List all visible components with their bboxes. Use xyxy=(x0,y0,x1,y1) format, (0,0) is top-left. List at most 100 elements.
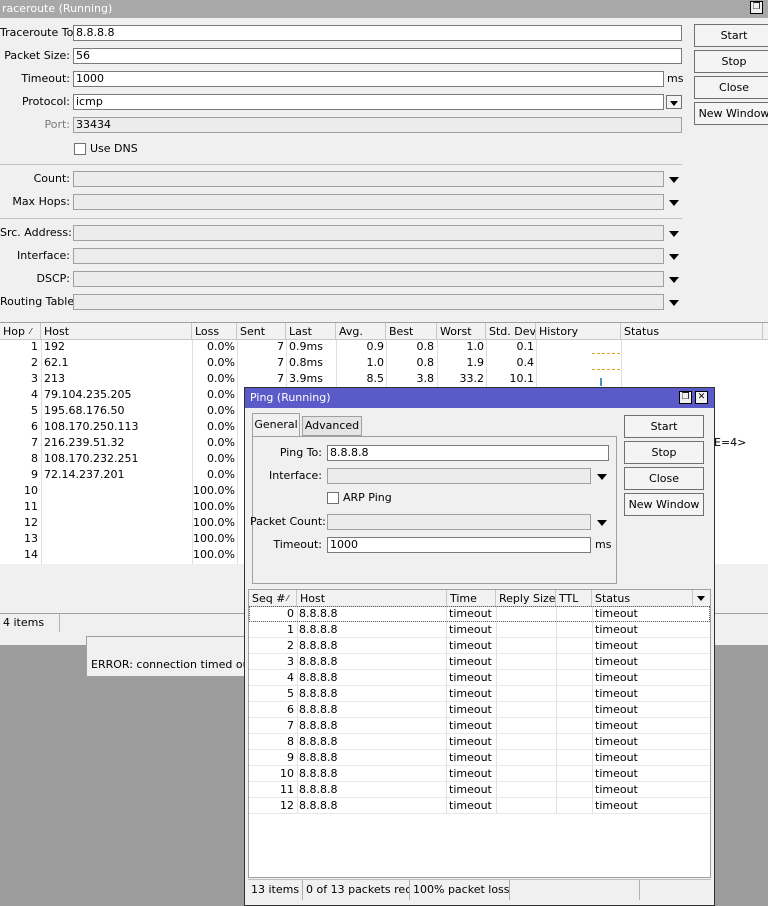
timeout-input[interactable]: 1000 xyxy=(73,71,664,87)
ping-stop-button[interactable]: Stop xyxy=(624,441,704,464)
col-reply-size[interactable]: Reply Size xyxy=(496,590,556,607)
col-hop[interactable]: Hop ⁄ xyxy=(0,323,41,340)
cell-host: 72.14.237.201 xyxy=(44,468,125,481)
table-row[interactable]: 3 213 0.0% 7 3.9ms 8.5 3.8 33.2 10.1 xyxy=(0,371,768,387)
dropdown-arrow-icon[interactable] xyxy=(669,254,679,260)
maximize-icon[interactable]: ❐ xyxy=(750,1,763,14)
cell-sent: 7 xyxy=(277,356,284,369)
cell-seq: 9 xyxy=(287,751,294,764)
table-row[interactable]: 8 8.8.8.8 timeout timeout xyxy=(249,734,710,750)
table-row[interactable]: 12 8.8.8.8 timeout timeout xyxy=(249,798,710,814)
col-ttl[interactable]: TTL xyxy=(556,590,592,607)
ping-to-input[interactable]: 8.8.8.8 xyxy=(327,445,609,461)
tab-advanced[interactable]: Advanced xyxy=(302,416,362,436)
col-status[interactable]: Status xyxy=(592,590,693,607)
history-line xyxy=(592,369,620,370)
tab-general[interactable]: General xyxy=(252,413,300,437)
ping-status-bar: 13 items 0 of 13 packets rec... 100% pac… xyxy=(248,879,711,900)
packet-size-input[interactable]: 56 xyxy=(73,48,682,64)
table-row[interactable]: 5 8.8.8.8 timeout timeout xyxy=(249,686,710,702)
sort-icon: ⁄ xyxy=(287,594,289,603)
ping-interface-input[interactable] xyxy=(327,468,591,484)
col-worst[interactable]: Worst xyxy=(437,323,486,340)
new-window-button[interactable]: New Window xyxy=(694,102,768,125)
packet-count-input[interactable] xyxy=(327,514,591,530)
ping-close-button[interactable]: Close xyxy=(624,467,704,490)
maximize-icon[interactable]: ❐ xyxy=(679,391,692,404)
cell-seq: 7 xyxy=(287,719,294,732)
col-host[interactable]: Host xyxy=(41,323,192,340)
protocol-dropdown-button[interactable] xyxy=(666,95,682,109)
ping-timeout-label: Timeout: xyxy=(273,538,322,551)
dropdown-arrow-icon[interactable] xyxy=(669,300,679,306)
dropdown-arrow-icon[interactable] xyxy=(669,200,679,206)
cell-loss: 100.0% xyxy=(193,516,235,529)
status-segment xyxy=(510,880,640,900)
port-input[interactable]: 33434 xyxy=(73,117,682,133)
max-hops-input[interactable] xyxy=(73,194,664,210)
table-row[interactable]: 4 8.8.8.8 timeout timeout xyxy=(249,670,710,686)
col-status[interactable]: Status xyxy=(621,323,763,340)
dropdown-arrow-icon[interactable] xyxy=(669,277,679,283)
dropdown-arrow-icon[interactable] xyxy=(597,474,607,480)
cell-status: timeout xyxy=(595,735,638,748)
cell-host: 8.8.8.8 xyxy=(299,655,338,668)
table-row[interactable]: 0 8.8.8.8 timeout timeout xyxy=(249,606,710,622)
cell-hop: 14 xyxy=(24,548,38,561)
col-best[interactable]: Best xyxy=(386,323,437,340)
dropdown-arrow-icon[interactable] xyxy=(669,231,679,237)
traceroute-title-bar[interactable]: raceroute (Running) xyxy=(0,0,768,18)
dscp-input[interactable] xyxy=(73,271,664,287)
table-row[interactable]: 3 8.8.8.8 timeout timeout xyxy=(249,654,710,670)
separator xyxy=(0,218,682,219)
ping-timeout-input[interactable]: 1000 xyxy=(327,537,591,553)
separator xyxy=(0,164,682,165)
col-seq[interactable]: Seq # ⁄ xyxy=(249,590,297,607)
cell-worst: 1.9 xyxy=(466,356,485,369)
stop-button[interactable]: Stop xyxy=(694,50,768,73)
ping-new-window-button[interactable]: New Window xyxy=(624,493,704,516)
ping-items-count: 13 items xyxy=(248,880,303,900)
protocol-select[interactable]: icmp xyxy=(73,94,664,110)
close-icon[interactable]: ✕ xyxy=(695,391,708,404)
table-row[interactable]: 11 8.8.8.8 timeout timeout xyxy=(249,782,710,798)
arp-ping-checkbox[interactable] xyxy=(327,492,339,504)
col-history[interactable]: History xyxy=(536,323,621,340)
routing-table-input[interactable] xyxy=(73,294,664,310)
ping-start-button[interactable]: Start xyxy=(624,415,704,438)
start-button[interactable]: Start xyxy=(694,24,768,47)
table-row[interactable]: 6 8.8.8.8 timeout timeout xyxy=(249,702,710,718)
cell-host: 216.239.51.32 xyxy=(44,436,125,449)
table-row[interactable]: 2 8.8.8.8 timeout timeout xyxy=(249,638,710,654)
col-last[interactable]: Last xyxy=(286,323,336,340)
col-host[interactable]: Host xyxy=(297,590,447,607)
table-row[interactable]: 9 8.8.8.8 timeout timeout xyxy=(249,750,710,766)
cell-loss: 0.0% xyxy=(207,436,235,449)
col-sent[interactable]: Sent xyxy=(237,323,286,340)
cell-status: timeout xyxy=(595,767,638,780)
col-loss[interactable]: Loss xyxy=(192,323,237,340)
dropdown-arrow-icon[interactable] xyxy=(597,520,607,526)
src-address-input[interactable] xyxy=(73,225,664,241)
interface-input[interactable] xyxy=(73,248,664,264)
traceroute-to-input[interactable]: 8.8.8.8 xyxy=(73,25,682,41)
table-row[interactable]: 1 8.8.8.8 timeout timeout xyxy=(249,622,710,638)
col-time[interactable]: Time xyxy=(447,590,496,607)
ping-title-bar[interactable]: Ping (Running) xyxy=(245,388,714,408)
use-dns-checkbox[interactable] xyxy=(74,143,86,155)
table-row[interactable]: 1 192 0.0% 7 0.9ms 0.9 0.8 1.0 0.1 xyxy=(0,339,768,355)
table-row[interactable]: 10 8.8.8.8 timeout timeout xyxy=(249,766,710,782)
column-chooser-button[interactable] xyxy=(693,590,710,607)
cell-host xyxy=(44,531,190,547)
cell-seq: 1 xyxy=(287,623,294,636)
col-std-dev[interactable]: Std. Dev. xyxy=(486,323,536,340)
dropdown-arrow-icon[interactable] xyxy=(669,177,679,183)
table-row[interactable]: 2 62.1 0.0% 7 0.8ms 1.0 0.8 1.9 0.4 xyxy=(0,355,768,371)
count-input[interactable] xyxy=(73,171,664,187)
table-row[interactable]: 7 8.8.8.8 timeout timeout xyxy=(249,718,710,734)
cell-status: timeout xyxy=(595,719,638,732)
close-button[interactable]: Close xyxy=(694,76,768,99)
cell-host: 8.8.8.8 xyxy=(299,623,338,636)
col-avg[interactable]: Avg. xyxy=(336,323,386,340)
cell-status: timeout xyxy=(595,783,638,796)
